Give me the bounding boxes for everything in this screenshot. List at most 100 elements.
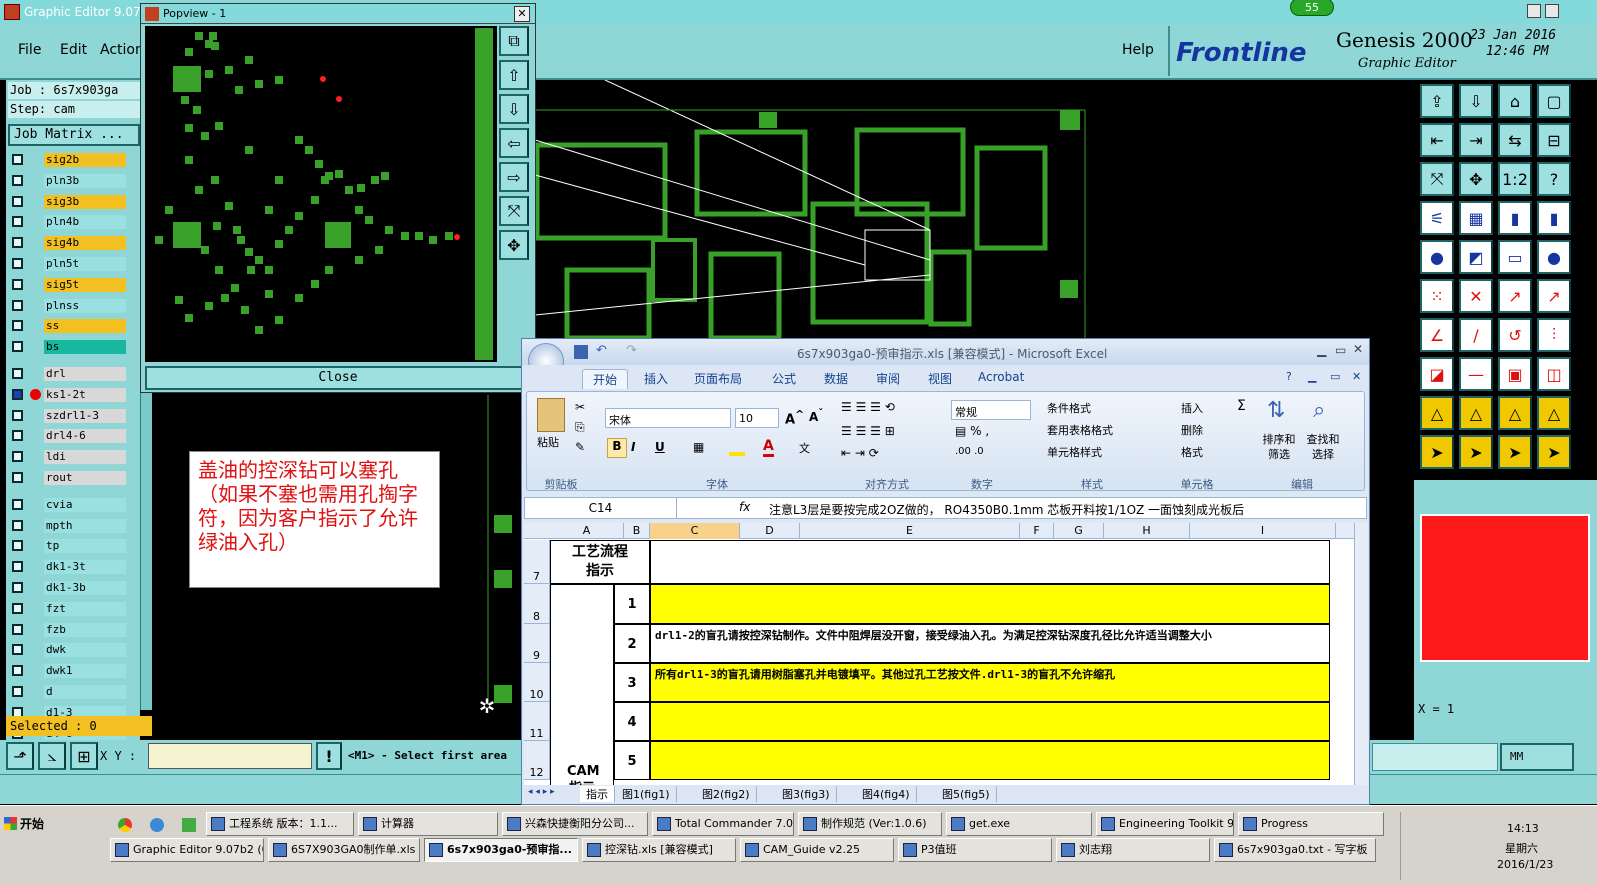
layer-checkbox[interactable] xyxy=(12,299,23,311)
pointer4-icon[interactable]: ➤ xyxy=(1537,435,1571,469)
shrink-font-icon[interactable]: Aˇ xyxy=(809,408,823,424)
arrow-icon[interactable]: ↗ xyxy=(1498,279,1532,313)
phonetic-icon[interactable]: 文 xyxy=(799,440,810,456)
ribbon-tab[interactable]: 公式 xyxy=(762,369,806,388)
layer-checkbox[interactable] xyxy=(12,341,23,353)
layer-row[interactable]: ss xyxy=(10,318,126,334)
row-header[interactable]: 11 xyxy=(524,702,550,741)
layer-checkbox[interactable] xyxy=(12,519,23,531)
layer-row[interactable]: sig5t xyxy=(10,277,126,293)
name-box[interactable]: C14 xyxy=(525,498,677,518)
layer-row[interactable]: fzb xyxy=(10,622,126,638)
triangle3-icon[interactable]: △ xyxy=(1498,396,1532,430)
table-cell[interactable] xyxy=(650,540,1330,584)
sheet-tab[interactable]: 指示 xyxy=(580,786,615,802)
layer-name[interactable]: drl xyxy=(44,367,126,381)
layer-name[interactable]: mpth xyxy=(44,518,126,533)
row-header[interactable]: 10 xyxy=(524,663,550,702)
layer-row[interactable]: plnss xyxy=(10,298,126,314)
layer-checkbox[interactable] xyxy=(12,472,23,483)
move-icon[interactable]: ✥ xyxy=(1459,162,1493,196)
ie-icon[interactable] xyxy=(150,818,164,832)
table-cell[interactable] xyxy=(650,741,1330,780)
fit-icon[interactable]: ⤧ xyxy=(499,196,529,226)
taskbar-button[interactable]: Total Commander 7.0 ... xyxy=(652,812,794,836)
quicklaunch-icon[interactable] xyxy=(182,818,196,832)
ribbon-close-icon[interactable]: ✕ xyxy=(1352,370,1361,383)
layer-name[interactable]: dwk1 xyxy=(44,664,126,679)
sheet-nav-icon[interactable]: ◂ ◂ ▸ ▸ xyxy=(528,787,555,797)
taskbar-button[interactable]: 兴森快捷衡阳分公司... xyxy=(502,812,648,836)
sheet-tab[interactable]: 图4(fig4) xyxy=(856,786,917,802)
help-icon[interactable]: ? xyxy=(1537,162,1571,196)
layer-row[interactable]: rout xyxy=(10,470,126,486)
layer-name[interactable]: dk1-3t xyxy=(44,560,126,575)
table-cell[interactable] xyxy=(650,584,1330,624)
layer-checkbox[interactable] xyxy=(12,409,23,421)
taskbar-button[interactable]: P3值班 xyxy=(898,838,1052,862)
maximize-icon[interactable] xyxy=(1545,4,1559,18)
layer-checkbox[interactable] xyxy=(12,430,23,442)
table-cell[interactable] xyxy=(650,702,1330,741)
layer-row[interactable]: pln5t xyxy=(10,256,126,272)
ribbon-tab[interactable]: 数据 xyxy=(814,369,858,388)
layer-name[interactable]: plnss xyxy=(44,298,126,313)
table-cell[interactable]: 2 xyxy=(614,624,650,663)
header-cell[interactable]: 工艺流程指示 xyxy=(550,540,650,584)
layer-row[interactable]: sig3b xyxy=(10,194,126,210)
excel-minimize-icon[interactable]: ▁ xyxy=(1317,343,1326,357)
fit-icon[interactable]: ⤧ xyxy=(1420,162,1454,196)
taskbar-button[interactable]: 6s7x903ga0.txt - 写字板 xyxy=(1214,838,1376,862)
fill-color-icon[interactable] xyxy=(729,440,745,456)
ribbon-tab[interactable]: 页面布局 xyxy=(684,369,752,388)
number-format-select[interactable]: 常规 xyxy=(951,400,1031,420)
layer-checkbox[interactable] xyxy=(12,278,23,290)
italic-icon[interactable]: I xyxy=(631,440,635,454)
column-header[interactable]: C xyxy=(650,523,740,539)
taskbar-button[interactable]: Progress xyxy=(1238,812,1384,836)
cam-cell[interactable]: CAM指示 xyxy=(550,584,614,785)
right-icon[interactable]: ⇥ xyxy=(1459,123,1493,157)
layer-row[interactable]: ldi xyxy=(10,449,126,465)
layer-row[interactable]: dk1-3t xyxy=(10,559,126,575)
excel-close-icon[interactable]: ✕ xyxy=(1353,342,1363,356)
sheet-tab[interactable]: 图2(fig2) xyxy=(696,786,757,802)
layer-row[interactable]: drl xyxy=(10,366,126,382)
popview-close-button[interactable]: Close xyxy=(145,366,531,390)
triangle4-icon[interactable]: △ xyxy=(1537,396,1571,430)
pan-left-icon[interactable]: ⇦ xyxy=(499,128,529,158)
layer-name[interactable]: szdrl1-3 xyxy=(44,408,126,423)
ribbon-restore-icon[interactable]: ▭ xyxy=(1330,370,1340,383)
layer-row[interactable]: dwk xyxy=(10,642,126,658)
layer-checkbox[interactable] xyxy=(12,258,23,269)
taskbar-button[interactable]: CAM_Guide v2.25 xyxy=(740,838,894,862)
taskbar-button[interactable]: 计算器 xyxy=(358,812,498,836)
scale-icon[interactable]: 1:2 xyxy=(1498,162,1532,196)
menu-help[interactable]: Help xyxy=(1122,42,1154,58)
layer-name[interactable]: dk1-3b xyxy=(44,581,126,595)
layer-checkbox[interactable] xyxy=(12,174,23,186)
job-matrix-button[interactable]: Job Matrix ... xyxy=(8,124,140,146)
layer-row[interactable]: szdrl1-3 xyxy=(10,408,126,424)
taskbar-button[interactable]: 6S7X903GA0制作单.xls ... xyxy=(268,838,420,862)
dot-icon[interactable]: ● xyxy=(1537,240,1571,274)
ribbon-tab[interactable]: 审阅 xyxy=(866,369,910,388)
insert-cells-button[interactable]: 插入 xyxy=(1181,400,1203,416)
column-header[interactable]: G xyxy=(1054,523,1104,539)
layer-checkbox[interactable] xyxy=(12,561,23,573)
find-icon[interactable]: ⌕ xyxy=(1313,398,1325,423)
layer-row[interactable]: sig2b xyxy=(10,152,126,168)
layer-row[interactable]: fzt xyxy=(10,601,126,617)
center-icon[interactable]: ✥ xyxy=(499,230,529,260)
layer-checkbox[interactable] xyxy=(12,686,23,697)
angle-icon[interactable]: ∠ xyxy=(1420,318,1454,352)
conditional-format-button[interactable]: 条件格式 xyxy=(1047,400,1091,416)
xy-input[interactable] xyxy=(148,743,312,769)
row-header[interactable]: 9 xyxy=(524,624,550,663)
row-header[interactable]: 12 xyxy=(524,741,550,780)
units-toggle[interactable]: MM xyxy=(1500,743,1574,771)
layer-name[interactable]: ks1-2t xyxy=(44,387,126,402)
cell-styles-button[interactable]: 单元格样式 xyxy=(1047,444,1102,460)
cross-icon[interactable]: ✕ xyxy=(1459,279,1493,313)
decimal-icon[interactable]: .00 .0 xyxy=(955,446,984,457)
